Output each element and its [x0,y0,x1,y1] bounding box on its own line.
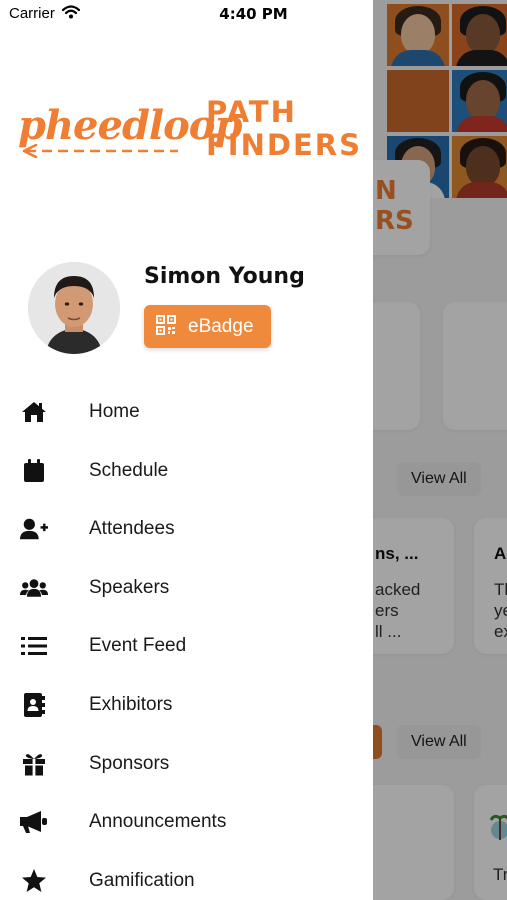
ebadge-label: eBadge [188,315,254,337]
qr-code-icon [156,314,176,339]
menu-label: Exhibitors [89,694,173,715]
event-title: PATH FINDERS [206,95,362,162]
menu-item-event-feed[interactable]: Event Feed [0,621,373,671]
user-plus-icon [20,515,48,543]
menu-item-exhibitors[interactable]: Exhibitors [0,680,373,730]
users-icon [20,574,48,602]
menu-label: Gamification [89,870,195,891]
menu-item-announcements[interactable]: Announcements [0,797,373,847]
menu-item-speakers[interactable]: Speakers [0,563,373,613]
gift-icon [20,750,48,778]
list-icon [20,632,48,660]
menu-item-schedule[interactable]: Schedule [0,446,373,496]
address-book-icon [20,691,48,719]
home-icon [20,398,48,426]
status-time: 4:40 PM [219,5,288,23]
menu-label: Sponsors [89,753,170,774]
menu-item-home[interactable]: Home [0,387,373,437]
menu-label: Schedule [89,460,169,481]
avatar[interactable] [28,262,120,354]
menu-item-sponsors[interactable]: Sponsors [0,739,373,789]
menu-item-gamification[interactable]: Gamification [0,856,373,900]
menu-label: Speakers [89,577,170,598]
menu-label: Event Feed [89,635,187,656]
star-icon [20,867,48,895]
logo-arrow-icon [22,144,178,158]
user-name: Simon Young [144,264,305,289]
event-logo: pheedloop PATH FINDERS [14,96,360,166]
megaphone-icon [20,808,48,836]
calendar-icon [20,457,48,485]
ebadge-button[interactable]: eBadge [144,305,271,348]
menu-label: Attendees [89,518,175,539]
navigation-drawer: Carrier pheedloop PATH FINDERS Simon You… [0,0,373,900]
menu-label: Announcements [89,811,227,832]
menu-item-attendees[interactable]: Attendees [0,504,373,554]
menu-label: Home [89,401,140,422]
